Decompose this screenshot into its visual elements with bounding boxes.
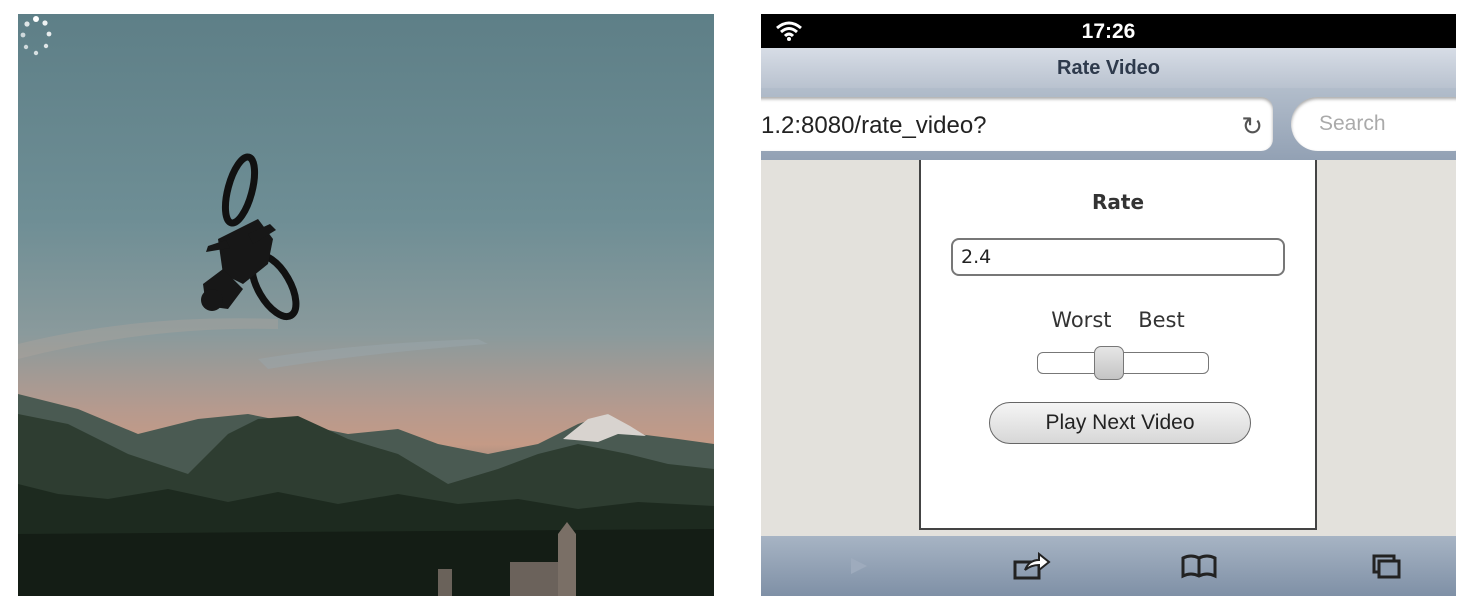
page-title: Rate Video — [761, 48, 1456, 88]
tabs-icon[interactable] — [1369, 550, 1403, 582]
scale-labels: Worst Best — [921, 308, 1315, 332]
search-field[interactable] — [1291, 97, 1456, 151]
search-input[interactable] — [1317, 111, 1456, 137]
browser-toolbar — [761, 536, 1456, 596]
loading-spinner-icon — [20, 16, 52, 56]
worst-label: Worst — [1051, 308, 1112, 332]
url-text[interactable]: 1.2:8080/rate_video? — [761, 112, 987, 140]
share-icon[interactable] — [1011, 550, 1051, 582]
rate-value-field[interactable]: 2.4 — [951, 238, 1285, 276]
video-scene — [18, 153, 714, 596]
play-next-video-button[interactable]: Play Next Video — [989, 402, 1251, 444]
rate-form: Rate 2.4 Worst Best Play Next Video — [919, 160, 1317, 530]
rate-heading: Rate — [1091, 190, 1145, 214]
phone-screen: 17:26 Rate Video 1.2:8080/rate_video? ↻ … — [761, 14, 1456, 596]
page-content: Rate 2.4 Worst Best Play Next Video — [761, 160, 1456, 536]
bookmarks-icon[interactable] — [1179, 550, 1219, 582]
url-field[interactable]: 1.2:8080/rate_video? ↻ — [761, 97, 1273, 151]
reload-icon[interactable]: ↻ — [1241, 111, 1263, 142]
slider-thumb[interactable] — [1094, 346, 1124, 380]
play-forward-icon[interactable] — [843, 550, 873, 582]
rating-slider[interactable] — [1037, 346, 1209, 380]
status-bar: 17:26 — [761, 14, 1456, 48]
video-frame[interactable] — [18, 14, 714, 596]
clock: 17:26 — [1081, 20, 1136, 43]
best-label: Best — [1138, 308, 1185, 332]
